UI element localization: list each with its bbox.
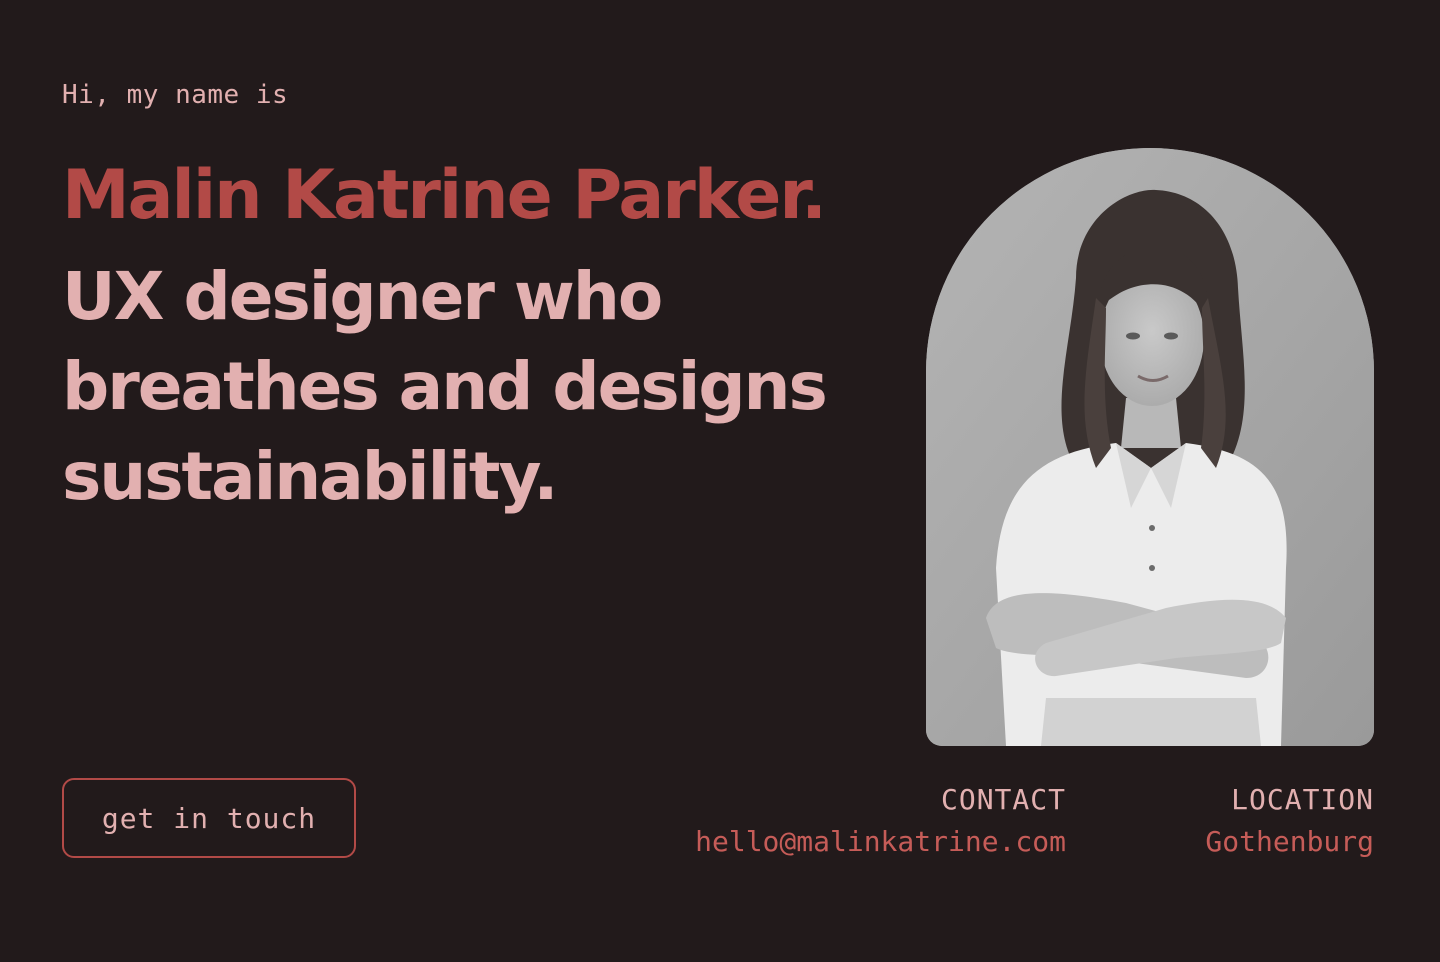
person-name: Malin Katrine Parker. [62, 156, 827, 235]
greeting-text: Hi, my name is [62, 80, 289, 110]
hero-section: Hi, my name is Malin Katrine Parker. UX … [0, 0, 1440, 962]
portrait-photo [926, 148, 1374, 746]
tagline-line: UX designer who [62, 258, 663, 335]
tagline-line: breathes and designs [62, 348, 828, 425]
location-block: LOCATION Gothenburg [1205, 780, 1374, 864]
location-label: LOCATION [1231, 783, 1374, 816]
portrait-illustration [926, 148, 1374, 746]
location-value: Gothenburg [1205, 825, 1374, 858]
email-link[interactable]: hello@malinkatrine.com [695, 825, 1066, 858]
tagline-line: sustainability. [62, 438, 559, 515]
get-in-touch-button[interactable]: get in touch [62, 778, 356, 858]
contact-block: CONTACT hello@malinkatrine.com [695, 780, 1066, 864]
tagline: UX designer who breathes and designs sus… [62, 252, 852, 522]
contact-label: CONTACT [940, 783, 1066, 816]
